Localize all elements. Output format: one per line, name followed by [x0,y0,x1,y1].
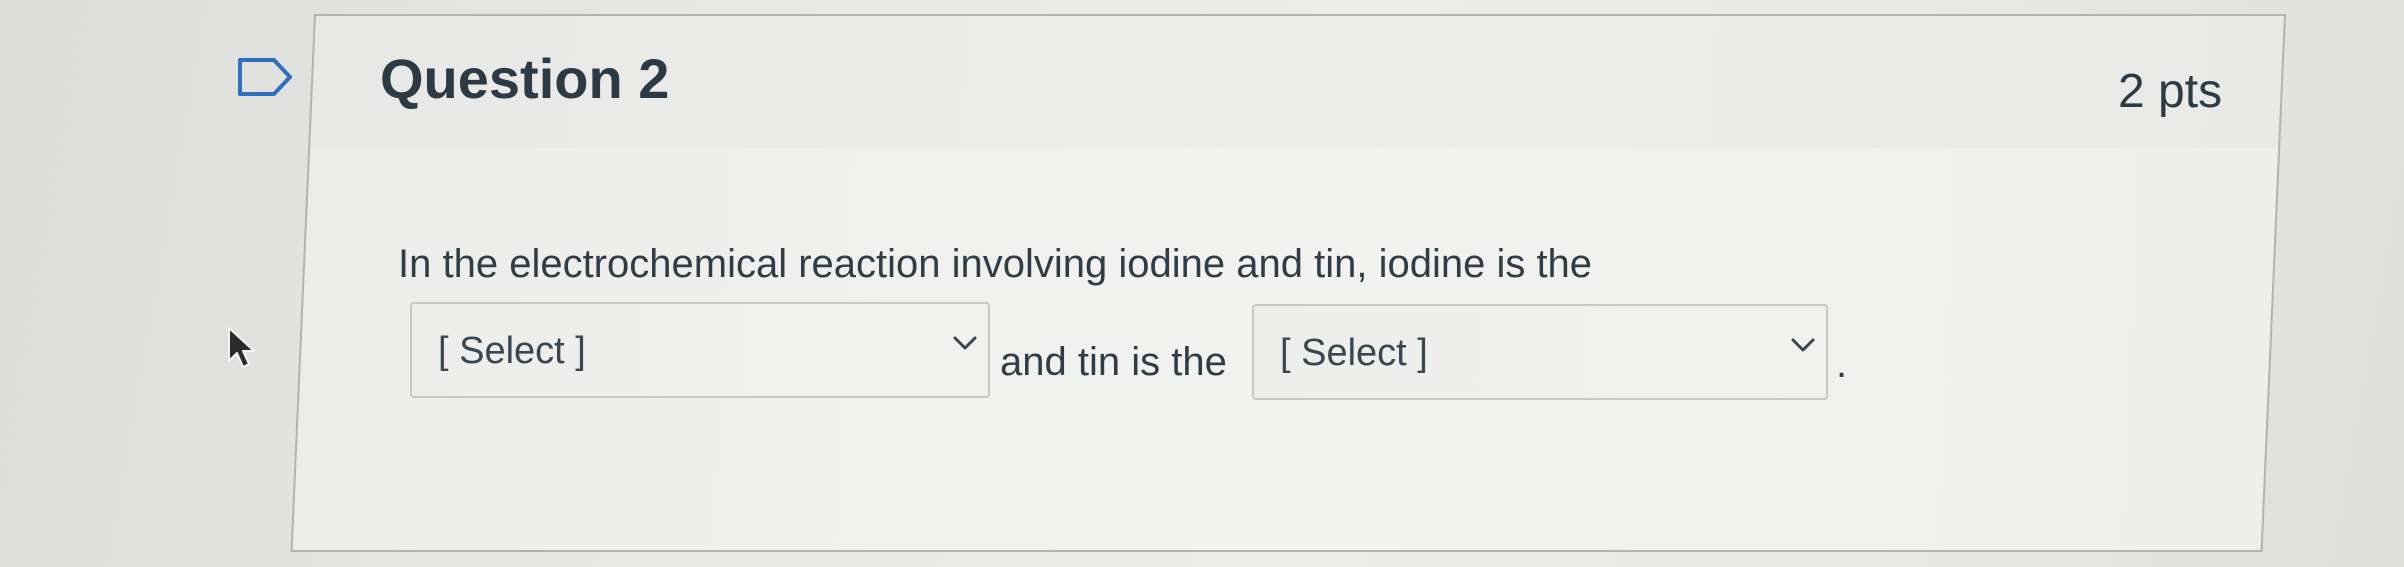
chevron-down-icon [953,336,977,350]
select-value: [ Select ] [438,330,586,372]
question-points: 2 pts [2118,65,2223,118]
answer-select-1[interactable]: [ Select ] [410,302,990,398]
answer-select-2[interactable]: [ Select ] [1252,304,1828,400]
sentence-end-period: . [1836,342,1848,386]
select-value: [ Select ] [1280,332,1428,374]
question-title: Question 2 [380,47,670,110]
mouse-pointer-icon [228,327,255,368]
flag-question-icon[interactable] [236,56,296,98]
question-text: In the electrochemical reaction involvin… [398,242,1593,286]
question-text-middle: and tin is the [1000,340,1227,384]
chevron-down-icon [1791,338,1815,352]
